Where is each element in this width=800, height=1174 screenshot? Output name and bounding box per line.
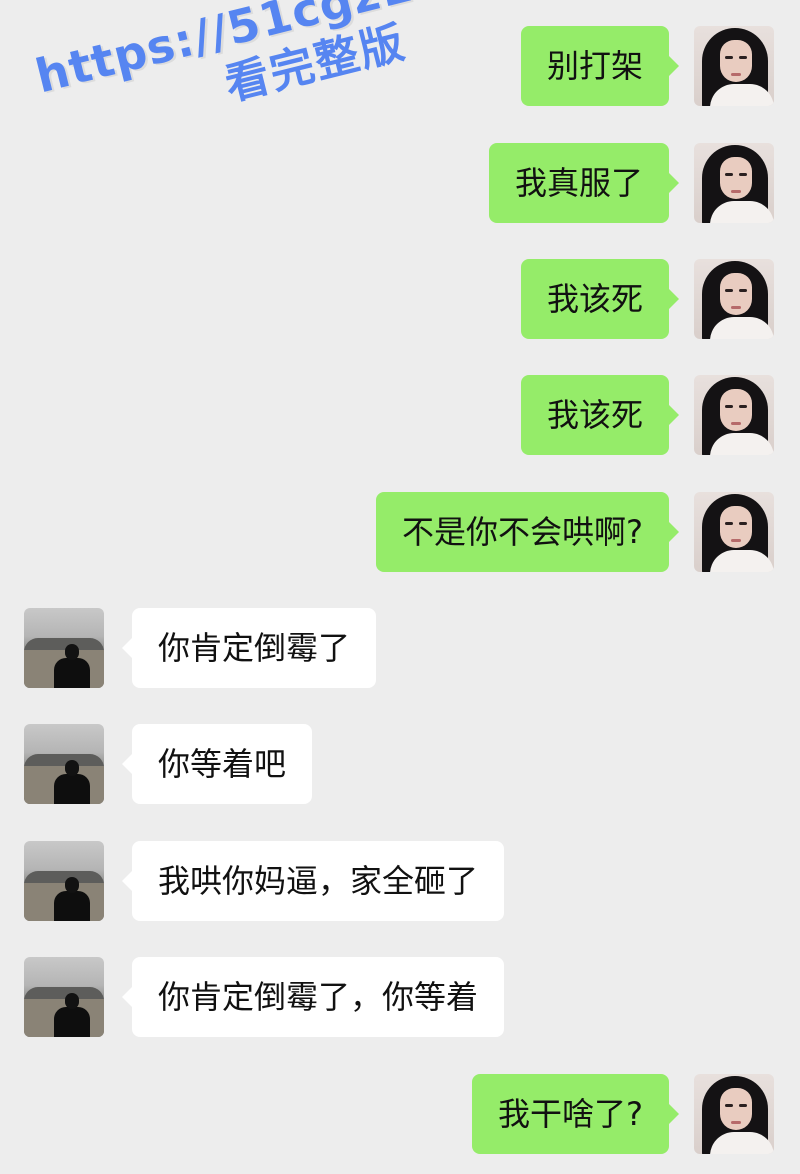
male-avatar[interactable] xyxy=(24,724,104,804)
chat-area[interactable]: 别打架 我真服了 我该死 我该死 不是你不会哄啊? 你肯定倒霉了 你等着吧 我哄… xyxy=(0,0,800,1174)
message-bubble-incoming[interactable]: 我哄你妈逼，家全砸了 xyxy=(121,841,505,921)
message-row-incoming: 你等着吧 xyxy=(0,724,800,814)
message-bubble-outgoing[interactable]: 不是你不会哄啊? xyxy=(376,492,679,572)
message-bubble-outgoing[interactable]: 别打架 xyxy=(520,26,680,106)
male-avatar[interactable] xyxy=(24,957,104,1037)
female-avatar[interactable] xyxy=(694,375,774,455)
message-row-outgoing: 别打架 xyxy=(0,26,800,116)
female-avatar[interactable] xyxy=(694,26,774,106)
message-row-outgoing: 我该死 xyxy=(0,375,800,465)
message-row-outgoing: 我该死 xyxy=(0,259,800,349)
message-row-outgoing: 不是你不会哄啊? xyxy=(0,492,800,582)
female-avatar[interactable] xyxy=(694,1074,774,1154)
male-avatar[interactable] xyxy=(24,841,104,921)
message-row-incoming: 你肯定倒霉了，你等着 xyxy=(0,957,800,1047)
message-bubble-outgoing[interactable]: 我干啥了? xyxy=(472,1074,679,1154)
message-bubble-outgoing[interactable]: 我该死 xyxy=(520,259,680,339)
message-bubble-incoming[interactable]: 你等着吧 xyxy=(121,724,313,804)
message-row-outgoing: 我干啥了? xyxy=(0,1074,800,1164)
male-avatar[interactable] xyxy=(24,608,104,688)
message-row-incoming: 我哄你妈逼，家全砸了 xyxy=(0,841,800,931)
message-row-outgoing: 我真服了 xyxy=(0,143,800,233)
female-avatar[interactable] xyxy=(694,143,774,223)
message-bubble-incoming[interactable]: 你肯定倒霉了 xyxy=(121,608,377,688)
message-bubble-outgoing[interactable]: 我该死 xyxy=(520,375,680,455)
message-bubble-outgoing[interactable]: 我真服了 xyxy=(488,143,680,223)
female-avatar[interactable] xyxy=(694,492,774,572)
message-row-incoming: 你肯定倒霉了 xyxy=(0,608,800,698)
female-avatar[interactable] xyxy=(694,259,774,339)
message-bubble-incoming[interactable]: 你肯定倒霉了，你等着 xyxy=(121,957,505,1037)
